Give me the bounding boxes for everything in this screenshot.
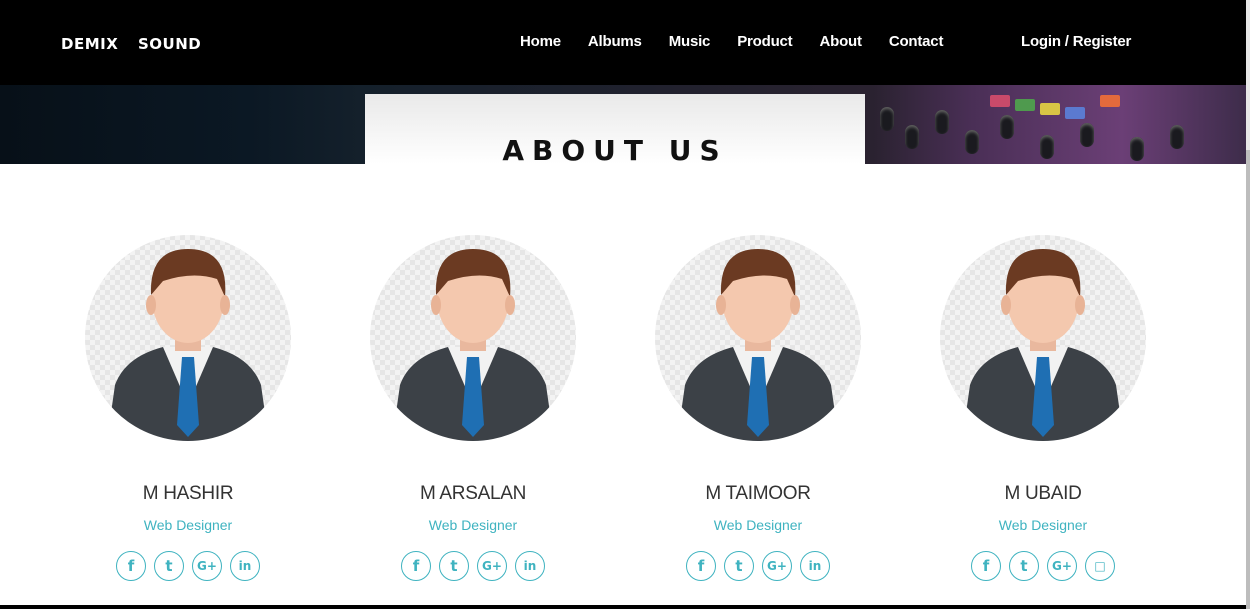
scrollbar-thumb[interactable] — [1246, 150, 1250, 609]
google-plus-icon[interactable]: G+ — [1047, 551, 1077, 581]
mixer-knob — [1000, 115, 1014, 139]
twitter-icon[interactable]: t — [154, 551, 184, 581]
missing-icon[interactable]: □ — [1085, 551, 1115, 581]
divider — [0, 605, 1250, 609]
linkedin-icon[interactable]: in — [800, 551, 830, 581]
nav-home[interactable]: Home — [520, 33, 561, 50]
linkedin-icon[interactable]: in — [230, 551, 260, 581]
top-navbar: DEMIX SOUND Home Albums Music Product Ab… — [0, 0, 1250, 85]
twitter-icon[interactable]: t — [1009, 551, 1039, 581]
mixer-knob — [965, 130, 979, 154]
nav-about[interactable]: About — [819, 33, 862, 50]
facebook-icon[interactable]: f — [971, 551, 1001, 581]
mixer-pad — [1065, 107, 1085, 119]
mixer-knob — [905, 125, 919, 149]
avatar — [370, 235, 576, 441]
mixer-pad — [990, 95, 1010, 107]
social-links: f t G+ in — [85, 551, 291, 581]
page-title: ABOUT US — [502, 134, 728, 167]
avatar — [655, 235, 861, 441]
social-links: f t G+ □ — [940, 551, 1146, 581]
about-title-box: ABOUT US — [365, 94, 865, 167]
google-plus-icon[interactable]: G+ — [477, 551, 507, 581]
mixer-pad — [1100, 95, 1120, 107]
mixer-knob — [880, 107, 894, 131]
mixer-knob — [1040, 135, 1054, 159]
nav-music[interactable]: Music — [669, 33, 711, 50]
team-member-card: M TAIMOOR Web Designer f t G+ in — [655, 235, 861, 581]
mixer-knob — [1080, 123, 1094, 147]
team-member-card: M HASHIR Web Designer f t G+ in — [85, 235, 291, 581]
social-links: f t G+ in — [370, 551, 576, 581]
avatar — [940, 235, 1146, 441]
person-icon — [107, 249, 269, 441]
member-role: Web Designer — [713, 517, 803, 533]
team-member-card: M ARSALAN Web Designer f t G+ in — [370, 235, 576, 581]
twitter-icon[interactable]: t — [439, 551, 469, 581]
facebook-icon[interactable]: f — [401, 551, 431, 581]
member-name: M TAIMOOR — [705, 483, 811, 504]
member-name: M HASHIR — [142, 483, 234, 504]
main-nav: Home Albums Music Product About Contact — [520, 33, 970, 50]
facebook-icon[interactable]: f — [116, 551, 146, 581]
person-icon — [392, 249, 554, 441]
mixer-knob — [1170, 125, 1184, 149]
member-role: Web Designer — [143, 517, 233, 533]
member-role: Web Designer — [428, 517, 518, 533]
facebook-icon[interactable]: f — [686, 551, 716, 581]
linkedin-icon[interactable]: in — [515, 551, 545, 581]
social-links: f t G+ in — [655, 551, 861, 581]
person-icon — [962, 249, 1124, 441]
avatar — [85, 235, 291, 441]
member-name: M UBAID — [1004, 483, 1082, 504]
mixer-knob — [1130, 137, 1144, 161]
google-plus-icon[interactable]: G+ — [192, 551, 222, 581]
nav-product[interactable]: Product — [737, 33, 792, 50]
team-member-card: M UBAID Web Designer f t G+ □ — [940, 235, 1146, 581]
mixer-pad — [1015, 99, 1035, 111]
nav-contact[interactable]: Contact — [889, 33, 944, 50]
mixer-pad — [1040, 103, 1060, 115]
member-name: M ARSALAN — [419, 483, 527, 504]
mixer-knob — [935, 110, 949, 134]
login-register-link[interactable]: Login / Register — [1021, 33, 1131, 50]
twitter-icon[interactable]: t — [724, 551, 754, 581]
person-icon — [677, 249, 839, 441]
member-role: Web Designer — [998, 517, 1088, 533]
nav-albums[interactable]: Albums — [588, 33, 642, 50]
google-plus-icon[interactable]: G+ — [762, 551, 792, 581]
scrollbar[interactable] — [1246, 0, 1250, 609]
brand-logo[interactable]: DEMIX SOUND — [61, 35, 201, 53]
